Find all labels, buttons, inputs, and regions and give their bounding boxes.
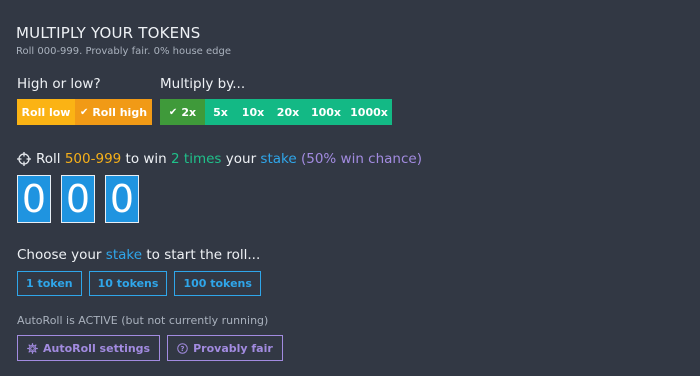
multiplier-option-label: 10x (241, 105, 265, 119)
multiplier-option-label: 100x (310, 105, 342, 119)
roll-low-button[interactable]: Roll low (17, 99, 75, 125)
choose-stake-word: stake (105, 247, 143, 263)
stake-10-tokens-button[interactable]: 10 tokens (88, 271, 168, 296)
multiplier-10x-button[interactable]: 10x (236, 99, 270, 125)
tool-button-group: AutoRoll settings ? Provably fair (17, 335, 283, 361)
hilo-label: High or low? (17, 76, 101, 92)
roll-your: your (225, 151, 257, 167)
stake-1-token-button[interactable]: 1 token (17, 271, 82, 296)
roll-range: 500-999 (64, 151, 122, 167)
provably-fair-button[interactable]: ? Provably fair (167, 335, 283, 361)
roll-chance: (50% win chance) (300, 151, 422, 167)
roll-low-label: Roll low (21, 105, 71, 119)
roll-times: 2 times (171, 151, 222, 167)
multiplier-option-label: 20x (276, 105, 300, 119)
hilo-toggle-group: Roll low ✔ Roll high (17, 99, 152, 125)
multiplier-option-label: 1000x (350, 105, 388, 119)
roll-result-display: 0 0 0 (17, 175, 139, 223)
multiplier-20x-button[interactable]: 20x (270, 99, 306, 125)
check-icon: ✔ (79, 106, 89, 118)
roll-high-button[interactable]: ✔ Roll high (75, 99, 152, 125)
page-title: MULTIPLY YOUR TOKENS (16, 24, 201, 42)
roll-description: Roll 500-999 to win 2 times your stake (… (17, 151, 422, 167)
multiplier-toggle-group: ✔ 2x 5x 10x 20x 100x 1000x (160, 99, 392, 125)
stake-button-group: 1 token 10 tokens 100 tokens (17, 271, 261, 296)
crosshair-icon (17, 152, 31, 166)
roll-high-label: Roll high (92, 105, 148, 119)
multiplier-option-label: 2x (181, 105, 197, 119)
roll-stake-word: stake (260, 151, 297, 167)
multiplier-5x-button[interactable]: 5x (205, 99, 236, 125)
roll-prefix: Roll (36, 151, 61, 167)
roll-digit: 0 (61, 175, 95, 223)
roll-digit: 0 (105, 175, 139, 223)
provably-fair-label: Provably fair (193, 341, 273, 355)
roll-to-win: to win (125, 151, 167, 167)
check-icon: ✔ (168, 106, 178, 118)
gear-icon (27, 342, 38, 354)
multiplier-2x-button[interactable]: ✔ 2x (160, 99, 205, 125)
page-subtitle: Roll 000-999. Provably fair. 0% house ed… (16, 46, 231, 57)
autoroll-status: AutoRoll is ACTIVE (but not currently ru… (17, 314, 269, 327)
svg-text:?: ? (181, 344, 185, 352)
multiplier-100x-button[interactable]: 100x (306, 99, 346, 125)
choose-stake-prompt: Choose your stake to start the roll... (17, 247, 260, 263)
multiplier-label: Multiply by... (160, 76, 246, 92)
multiplier-option-label: 5x (213, 105, 228, 119)
choose-suffix: to start the roll... (146, 247, 261, 263)
roll-digit: 0 (17, 175, 51, 223)
autoroll-settings-label: AutoRoll settings (43, 341, 151, 355)
stake-100-tokens-button[interactable]: 100 tokens (174, 271, 261, 296)
question-circle-icon: ? (177, 342, 188, 354)
choose-prefix: Choose your (17, 247, 102, 263)
autoroll-settings-button[interactable]: AutoRoll settings (17, 335, 161, 361)
multiplier-1000x-button[interactable]: 1000x (346, 99, 392, 125)
